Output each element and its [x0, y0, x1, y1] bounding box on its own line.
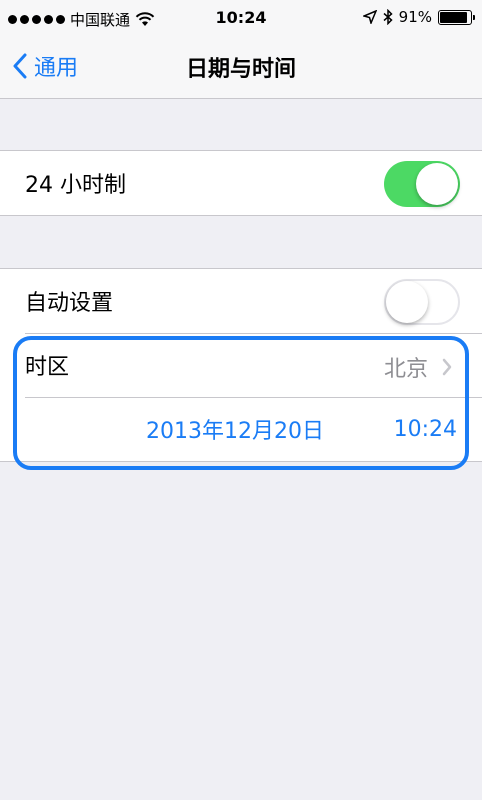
auto-set-switch[interactable] [384, 279, 460, 325]
timezone-label: 时区 [25, 355, 70, 380]
time-value[interactable]: 10:24 [394, 417, 457, 442]
page-title: 日期与时间 [185, 57, 296, 82]
date-value[interactable]: 2013年12月20日 [146, 413, 324, 445]
hour24-cell: 24 小时制 [0, 151, 482, 215]
date-time-group: 自动设置 时区 北京 2013年12月20日 10:24 [0, 268, 482, 462]
hour24-switch[interactable] [384, 161, 460, 207]
battery-percent: 91% [398, 8, 432, 26]
navigation-bar: 通用 日期与时间 [0, 36, 482, 99]
status-bar: 中国联通 10:24 91% [0, 0, 482, 36]
auto-set-cell: 自动设置 [0, 269, 482, 333]
timezone-value: 北京 [383, 357, 428, 382]
hour24-group: 24 小时制 [0, 150, 482, 216]
chevron-right-icon [442, 358, 452, 376]
bluetooth-icon [383, 9, 393, 25]
timezone-cell[interactable]: 时区 北京 [0, 333, 482, 397]
status-right: 91% [362, 8, 475, 26]
date-time-cell[interactable]: 2013年12月20日 10:24 [0, 397, 482, 461]
timezone-detail[interactable]: 北京 [384, 351, 452, 383]
location-arrow-icon [362, 10, 377, 24]
hour24-label: 24 小时制 [25, 173, 126, 198]
battery-icon [438, 9, 475, 25]
auto-set-label: 自动设置 [25, 291, 114, 316]
